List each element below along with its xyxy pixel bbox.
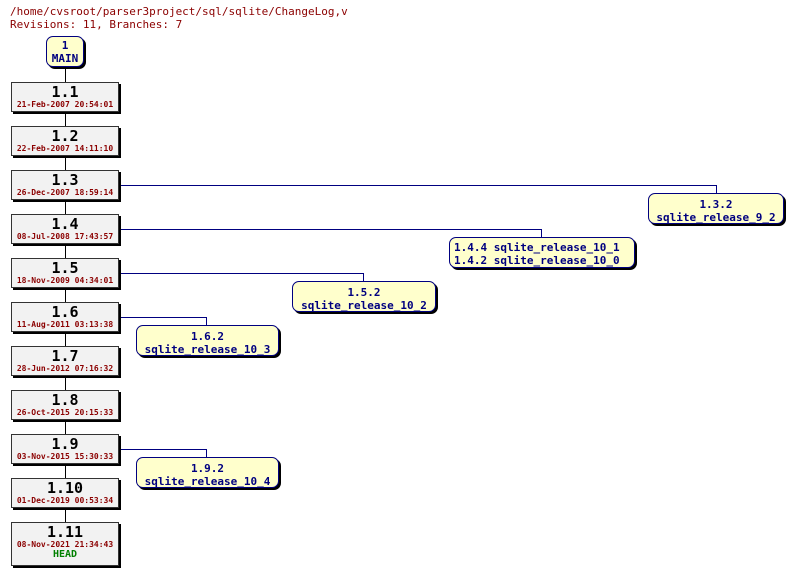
revision-number: 1.6 [51, 303, 79, 321]
revision-date: 26-Dec-2007 18:59:14 [16, 188, 114, 197]
branch-line-1.5 [121, 273, 364, 281]
revision-number: 1.5 [51, 259, 79, 277]
branch-tag: sqlite_release_10_3 [144, 343, 271, 356]
revision-number: 1.8 [51, 391, 79, 409]
branch-node-1.5.2[interactable]: 1.5.2 sqlite_release_10_2 [292, 281, 436, 312]
revision-node[interactable]: 1.8 26-Oct-2015 20:15:33 [11, 390, 119, 420]
revision-node[interactable]: 1.1 21-Feb-2007 20:54:01 [11, 82, 119, 112]
branch-line-1.6 [121, 317, 207, 325]
revision-number: 1.11 [46, 523, 84, 541]
branch-number: 1.3.2 [699, 198, 733, 211]
revision-node[interactable]: 1.2 22-Feb-2007 14:11:10 [11, 126, 119, 156]
revision-number: 1.9 [51, 435, 79, 453]
revision-node[interactable]: 1.4 08-Jul-2008 17:43:57 [11, 214, 119, 244]
branch-line-1.9 [121, 449, 207, 457]
revision-date: 22-Feb-2007 14:11:10 [16, 144, 114, 153]
revision-node[interactable]: 1.9 03-Nov-2015 15:30:33 [11, 434, 119, 464]
branch-tag: 1.4.2 sqlite_release_10_0 [454, 254, 620, 267]
revision-date: 26-Oct-2015 20:15:33 [16, 408, 114, 417]
branch-number: 1.9.2 [190, 462, 225, 475]
revision-number: 1.10 [46, 479, 84, 497]
revision-number: 1.3 [51, 171, 79, 189]
branch-line-1.4 [121, 229, 542, 237]
revision-date: 18-Nov-2009 04:34:01 [16, 276, 114, 285]
trunk-number: 1 [61, 39, 69, 52]
revision-number: 1.4 [51, 215, 79, 233]
revision-node-head[interactable]: 1.11 08-Nov-2021 21:34:43 HEAD [11, 522, 119, 566]
trunk-name: MAIN [51, 52, 79, 65]
branch-line-1.3 [121, 185, 717, 193]
revision-date: 03-Nov-2015 15:30:33 [16, 452, 114, 461]
branch-tag: 1.4.4 sqlite_release_10_1 [454, 241, 620, 254]
revision-node[interactable]: 1.10 01-Dec-2019 00:53:34 [11, 478, 119, 508]
revision-date: 01-Dec-2019 00:53:34 [16, 496, 114, 505]
branch-tag: sqlite_release_10_4 [144, 475, 271, 488]
revision-number: 1.1 [51, 83, 79, 101]
branch-tag: sqlite_release_10_2 [301, 299, 427, 312]
branch-tag: sqlite_release_9_2 [656, 211, 776, 224]
revision-date: 21-Feb-2007 20:54:01 [16, 100, 114, 109]
trunk-node[interactable]: 1 MAIN [46, 36, 84, 67]
branch-number: 1.6.2 [190, 330, 225, 343]
revision-node[interactable]: 1.5 18-Nov-2009 04:34:01 [11, 258, 119, 288]
revision-node[interactable]: 1.6 11-Aug-2011 03:13:38 [11, 302, 119, 332]
revision-number: 1.2 [51, 127, 79, 145]
branch-node-1.3.2[interactable]: 1.3.2 sqlite_release_9_2 [648, 193, 784, 224]
head-tag: HEAD [52, 549, 78, 560]
branch-node-1.6.2[interactable]: 1.6.2 sqlite_release_10_3 [136, 325, 279, 356]
revision-date: 11-Aug-2011 03:13:38 [16, 320, 114, 329]
branch-node-1.9.2[interactable]: 1.9.2 sqlite_release_10_4 [136, 457, 279, 488]
revision-date: 08-Jul-2008 17:43:57 [16, 232, 114, 241]
revision-date: 28-Jun-2012 07:16:32 [16, 364, 114, 373]
branch-node-1.4[interactable]: 1.4.4 sqlite_release_10_1 1.4.2 sqlite_r… [449, 237, 635, 268]
branch-number: 1.5.2 [347, 286, 381, 299]
revision-node[interactable]: 1.7 28-Jun-2012 07:16:32 [11, 346, 119, 376]
revision-node[interactable]: 1.3 26-Dec-2007 18:59:14 [11, 170, 119, 200]
revision-number: 1.7 [51, 347, 79, 365]
revision-date: 08-Nov-2021 21:34:43 [16, 540, 114, 549]
